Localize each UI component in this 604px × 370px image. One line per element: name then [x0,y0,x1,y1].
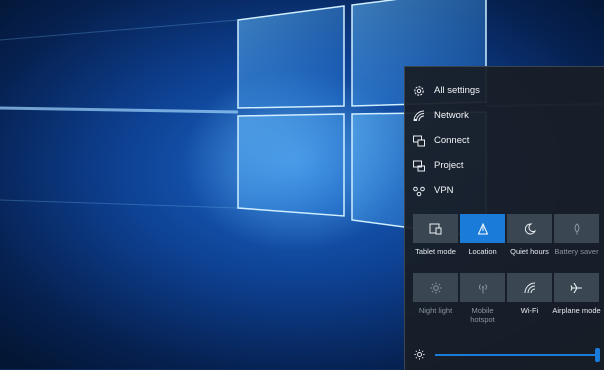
airplane-mode-label: Airplane mode [552,306,601,315]
airplane-icon [570,282,582,293]
project-icon [413,160,425,172]
network-label: Network [434,110,469,121]
tablet-mode-icon [429,223,441,234]
location-tile[interactable]: Location [460,214,505,256]
mobile-hotspot-tile[interactable]: Mobile hotspot [460,273,505,324]
battery-saver-label: Battery saver [554,247,599,256]
quiet-hours-tile[interactable]: Quiet hours [507,214,552,256]
wifi-tile[interactable]: Wi-Fi [507,273,552,315]
connect-icon [413,135,425,147]
project-label: Project [434,160,464,171]
network-icon [413,110,425,122]
brightness-icon [414,349,425,360]
hotspot-icon [478,283,487,293]
brightness-slider-track[interactable] [435,354,597,356]
vpn-icon [413,185,425,197]
airplane-mode-tile[interactable]: Airplane mode [552,273,601,315]
night-light-tile[interactable]: Night light [413,273,458,315]
quick-links-list: All settings Network Connect Project VPN [405,78,604,203]
connect-link[interactable]: Connect [405,128,604,153]
brightness-control [405,344,604,364]
battery-saver-icon [574,222,579,234]
tablet-mode-tile[interactable]: Tablet mode [413,214,458,256]
battery-saver-tile[interactable]: Battery saver [554,214,599,256]
location-icon [477,222,488,234]
all-settings-label: All settings [434,85,480,96]
vpn-link[interactable]: VPN [405,178,604,203]
sun-icon [430,282,441,293]
all-settings-link[interactable]: All settings [405,78,604,103]
action-center-panel: All settings Network Connect Project VPN [404,66,604,370]
brightness-slider-thumb[interactable] [595,348,600,362]
project-link[interactable]: Project [405,153,604,178]
network-link[interactable]: Network [405,103,604,128]
moon-icon [524,222,536,234]
gear-icon [413,85,425,97]
vpn-label: VPN [434,185,454,196]
quick-actions-row: Tablet mode Location Quiet hours Battery… [413,214,599,256]
connect-label: Connect [434,135,470,146]
quick-actions-row: Night light Mobile hotspot Wi-Fi Airplan… [413,273,601,324]
quick-actions-grid: Tablet mode Location Quiet hours Battery… [413,214,601,332]
wifi-icon [524,282,535,293]
